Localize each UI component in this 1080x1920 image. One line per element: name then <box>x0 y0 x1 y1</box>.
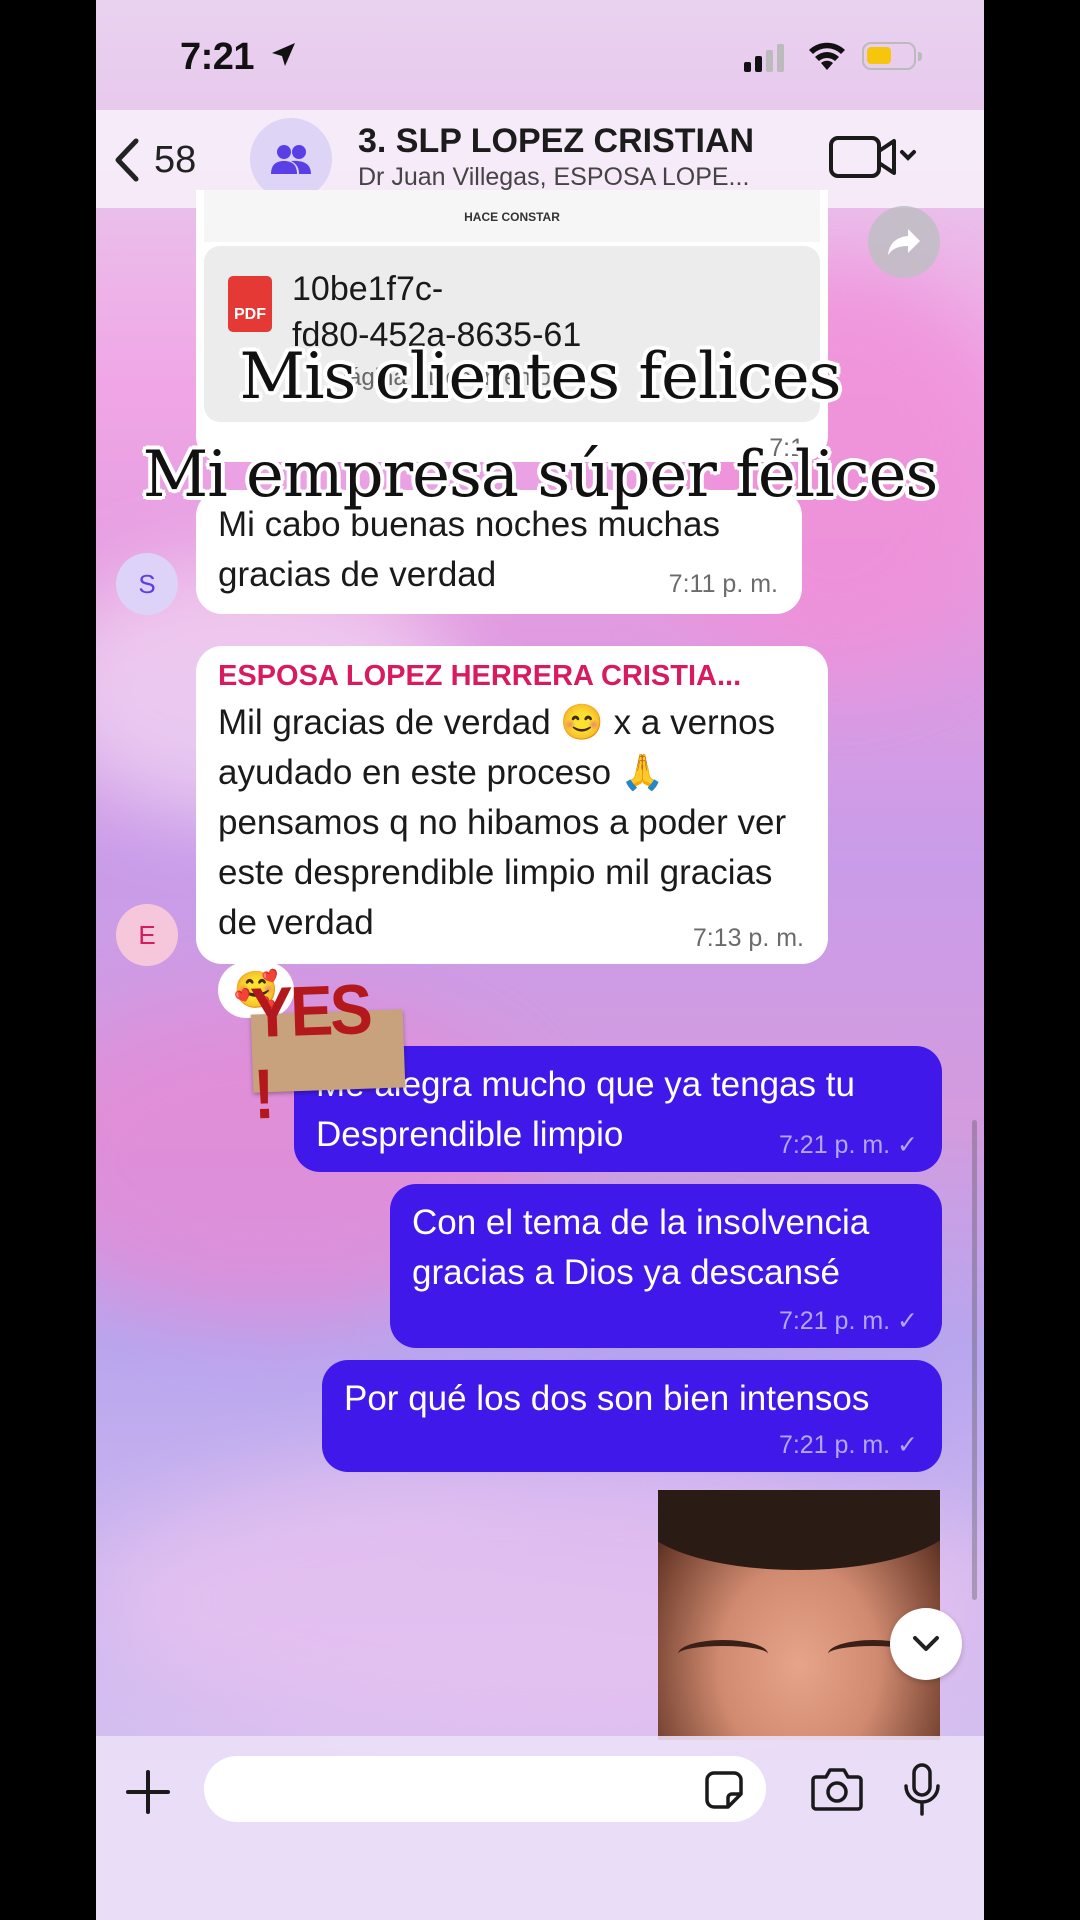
forward-button[interactable] <box>868 206 940 278</box>
microphone-icon[interactable] <box>902 1762 942 1818</box>
group-title[interactable]: 3. SLP LOPEZ CRISTIAN <box>358 122 754 161</box>
pdf-file-icon: PDF <box>228 276 272 332</box>
camera-icon[interactable] <box>810 1766 864 1812</box>
group-members[interactable]: Dr Juan Villegas, ESPOSA LOPE... <box>358 163 749 192</box>
battery-icon <box>862 42 922 70</box>
overlay-caption: Mis clientes felices <box>239 340 842 414</box>
phone-screen: 7:21 58 3. SLP LOPEZ CRISTIAN Dr Juan Vi… <box>96 0 984 1920</box>
sender-name: ESPOSA LOPEZ HERRERA CRISTIA... <box>218 660 742 692</box>
message-time: 7:21 p. m. ✓ <box>778 1131 918 1159</box>
group-people-icon <box>271 145 311 174</box>
unread-count: 58 <box>154 138 197 181</box>
message-input-bar <box>96 1736 984 1920</box>
pdf-preview-thumbnail: HACE CONSTAR <box>204 190 820 242</box>
wifi-icon <box>809 42 845 70</box>
group-avatar[interactable] <box>250 118 332 200</box>
yes-sticker: YES ! <box>249 969 406 1134</box>
image-hair <box>658 1490 940 1570</box>
scrollbar[interactable] <box>972 1120 977 1600</box>
message-bubble[interactable]: ESPOSA LOPEZ HERRERA CRISTIA... Mil grac… <box>196 646 828 964</box>
chevron-left-icon <box>115 138 139 182</box>
sender-avatar[interactable]: E <box>116 904 178 966</box>
pdf-file-name-line: 10be1f7c- <box>292 270 444 308</box>
image-message[interactable] <box>658 1490 940 1740</box>
sticker-text: YES ! <box>249 969 371 1134</box>
video-call-icon[interactable] <box>828 132 920 182</box>
forward-arrow-icon <box>888 229 920 255</box>
message-text: Con el tema de la insolvencia gracias a … <box>412 1203 870 1292</box>
pdf-badge: PDF <box>234 306 266 323</box>
back-button[interactable]: 58 <box>112 132 232 188</box>
location-arrow-icon <box>272 43 295 66</box>
status-bar: 7:21 <box>96 0 984 118</box>
outgoing-message-bubble[interactable]: Con el tema de la insolvencia gracias a … <box>390 1184 942 1348</box>
status-time: 7:21 <box>180 36 255 78</box>
pdf-message-bubble[interactable]: HACE CONSTAR PDF 10be1f7c- fd80-452a-863… <box>196 190 828 462</box>
sticker-icon[interactable] <box>704 1770 744 1810</box>
image-eye <box>678 1640 768 1668</box>
message-input[interactable] <box>204 1756 766 1822</box>
pdf-preview-heading: HACE CONSTAR <box>464 210 560 224</box>
scroll-to-bottom-button[interactable] <box>890 1608 962 1680</box>
message-text: Por qué los dos son bien intensos <box>344 1379 870 1418</box>
overlay-caption: Mi empresa súper felices <box>142 438 939 512</box>
message-time: 7:21 p. m. ✓ <box>778 1307 918 1335</box>
message-text: Mil gracias de verdad 😊 x a vernos ayuda… <box>218 703 787 942</box>
sender-avatar[interactable]: S <box>116 553 178 615</box>
chevron-down-icon <box>913 1636 939 1651</box>
message-time: 7:13 p. m. <box>692 924 804 952</box>
cellular-signal-icon <box>744 44 784 72</box>
plus-icon[interactable] <box>124 1768 172 1816</box>
message-time: 7:21 p. m. ✓ <box>778 1431 918 1459</box>
message-time: 7:11 p. m. <box>668 570 778 598</box>
outgoing-message-bubble[interactable]: Por qué los dos son bien intensos 7:21 p… <box>322 1360 942 1472</box>
